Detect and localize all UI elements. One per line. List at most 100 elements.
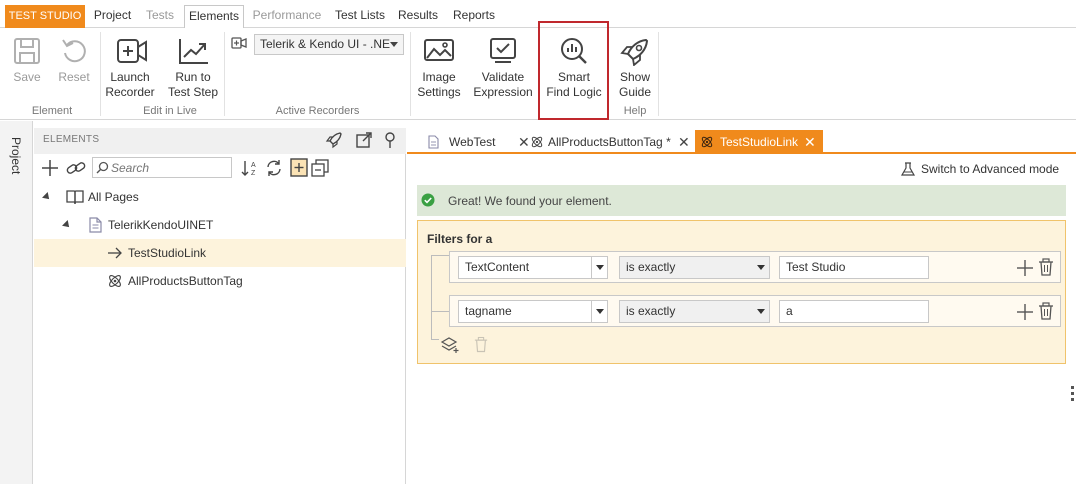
group-label-element: Element: [31, 105, 73, 117]
highlight-box: [538, 21, 609, 120]
filter-attribute-select[interactable]: tagname: [458, 300, 608, 323]
tab-label: TestStudioLink: [720, 135, 799, 149]
run-to-test-step-label-2: Test Step: [167, 85, 219, 99]
tree-item-label: All Pages: [88, 190, 139, 204]
reset-label: Reset: [58, 70, 90, 84]
close-icon[interactable]: ✕: [678, 130, 690, 154]
image-settings-label-2: Settings: [417, 85, 461, 99]
check-circle-icon: [421, 193, 435, 207]
launch-recorder-label-2: Recorder: [105, 85, 155, 99]
external-link-icon[interactable]: [355, 131, 373, 149]
tree-item-all-pages[interactable]: All Pages: [34, 183, 406, 211]
menu-test-lists[interactable]: Test Lists: [332, 5, 388, 28]
filter-operator-select[interactable]: is exactly: [619, 300, 770, 323]
filter-operator-value: is exactly: [626, 260, 676, 274]
svg-text:Z: Z: [251, 170, 256, 177]
chevron-down-icon: [390, 42, 398, 47]
tree-item-test-studio-link[interactable]: TestStudioLink: [34, 239, 406, 267]
launch-recorder-button[interactable]: Launch Recorder: [104, 36, 156, 100]
expander-icon[interactable]: [62, 220, 72, 230]
project-side-tab[interactable]: Project: [9, 137, 23, 174]
filter-attribute-select[interactable]: TextContent: [458, 256, 608, 279]
validate-expression-label-2: Expression: [473, 85, 533, 99]
group-label-help: Help: [623, 105, 647, 117]
reset-button[interactable]: Reset: [54, 36, 94, 85]
active-recorder-dropdown[interactable]: Telerik & Kendo UI - .NE: [254, 34, 404, 55]
chevron-down-icon: [753, 301, 769, 322]
launch-recorder-label-1: Launch: [110, 70, 150, 84]
chevron-down-icon: [591, 257, 607, 278]
filter-tree-line: [431, 255, 432, 339]
filter-tree-line: [431, 311, 449, 312]
atom-icon: [109, 275, 121, 287]
image-settings-button[interactable]: Image Settings: [413, 36, 465, 100]
trash-icon[interactable]: [474, 336, 488, 353]
image-settings-icon: [424, 39, 454, 61]
tab-webtest[interactable]: WebTest ✕: [422, 130, 534, 154]
active-recorder-value: Telerik & Kendo UI - .NE: [260, 37, 391, 51]
elements-panel-header: ELEMENTS: [34, 128, 406, 154]
trash-icon[interactable]: [1038, 302, 1054, 320]
filter-attribute-value: TextContent: [465, 260, 530, 274]
menu-tests[interactable]: Tests: [141, 5, 179, 28]
menu-project[interactable]: Project: [90, 5, 135, 28]
page-icon: [89, 217, 102, 233]
collapse-all-icon[interactable]: [311, 159, 329, 177]
show-guide-button[interactable]: Show Guide: [614, 36, 656, 100]
menu-results[interactable]: Results: [396, 5, 440, 28]
run-to-test-step-button[interactable]: Run to Test Step: [164, 36, 222, 100]
book-icon: [66, 190, 84, 205]
filter-value-input[interactable]: Test Studio: [779, 256, 929, 279]
document-tabs: WebTest ✕ AllProductsButtonTag * ✕ TestS…: [407, 128, 1076, 154]
save-button[interactable]: Save: [8, 36, 46, 85]
filters-panel: Filters for a TextContent is exactly Tes…: [417, 220, 1066, 364]
group-separator: [410, 32, 411, 116]
recorder-icon: [231, 37, 247, 49]
tab-all-products-button-tag[interactable]: AllProductsButtonTag * ✕: [524, 130, 692, 154]
filter-operator-value: is exactly: [626, 304, 676, 318]
link-icon[interactable]: [66, 159, 86, 177]
filter-value-input[interactable]: a: [779, 300, 929, 323]
validate-monitor-icon: [490, 38, 516, 63]
menu-performance[interactable]: Performance: [251, 5, 323, 28]
tab-test-studio-link[interactable]: TestStudioLink ✕: [695, 130, 823, 154]
menu-reports[interactable]: Reports: [450, 5, 498, 28]
close-icon[interactable]: ✕: [804, 130, 816, 154]
filter-operator-select[interactable]: is exactly: [619, 256, 770, 279]
add-group-icon[interactable]: [440, 336, 460, 354]
sort-az-icon[interactable]: A Z: [240, 159, 260, 177]
advanced-mode-label: Switch to Advanced mode: [921, 162, 1060, 176]
filter-row: tagname is exactly a: [449, 295, 1061, 327]
trash-icon[interactable]: [1038, 258, 1054, 276]
search-input[interactable]: [111, 160, 229, 175]
plus-icon[interactable]: [1016, 303, 1034, 321]
group-label-active-recorders: Active Recorders: [275, 105, 360, 117]
plus-icon[interactable]: [1016, 259, 1034, 277]
plus-icon[interactable]: [41, 159, 59, 177]
expand-all-icon[interactable]: [290, 158, 308, 177]
search-box[interactable]: [92, 157, 232, 178]
resize-handle[interactable]: [1071, 386, 1074, 402]
arrow-right-icon: [108, 247, 122, 259]
menu-elements[interactable]: Elements: [184, 5, 244, 29]
show-guide-label-1: Show: [619, 70, 651, 84]
save-icon: [14, 38, 40, 64]
expander-icon[interactable]: [42, 192, 52, 202]
tree-item-all-products-button-tag[interactable]: AllProductsButtonTag: [34, 267, 406, 295]
rocket-icon: [620, 38, 649, 66]
elements-panel-title: ELEMENTS: [43, 134, 100, 145]
editor-toolbar: Switch to Advanced mode: [414, 156, 1076, 182]
page-icon: [428, 135, 439, 149]
svg-text:A: A: [251, 162, 256, 169]
refresh-icon[interactable]: [265, 159, 283, 177]
validate-expression-button[interactable]: Validate Expression: [472, 36, 534, 100]
tab-label: WebTest: [449, 135, 496, 149]
run-to-test-step-label-1: Run to: [175, 70, 211, 84]
group-separator: [658, 32, 659, 116]
tree-item-page[interactable]: TelerikKendoUINET: [34, 211, 406, 239]
chevron-down-icon: [753, 257, 769, 278]
reset-icon: [62, 39, 86, 63]
pin-icon[interactable]: [383, 131, 397, 149]
rocket-icon[interactable]: [325, 131, 343, 149]
app-menu-button[interactable]: TEST STUDIO: [5, 5, 85, 28]
